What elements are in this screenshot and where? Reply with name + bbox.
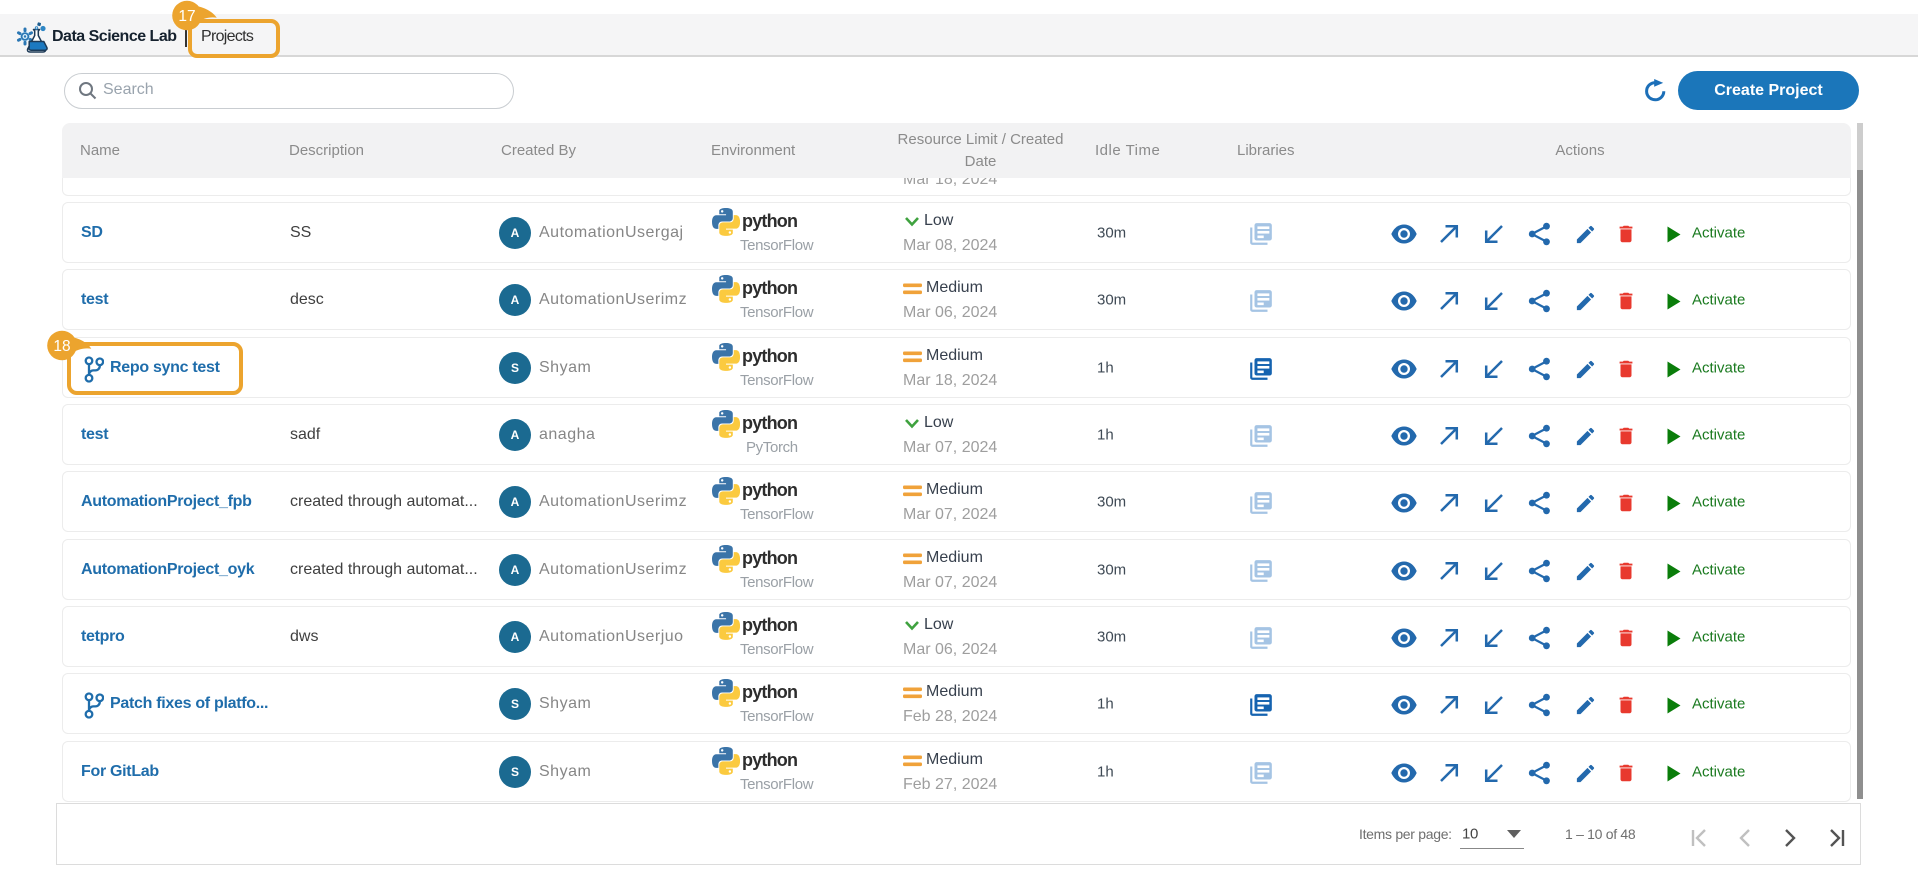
svg-text:17: 17 bbox=[178, 8, 195, 25]
svg-text:18: 18 bbox=[53, 338, 70, 355]
